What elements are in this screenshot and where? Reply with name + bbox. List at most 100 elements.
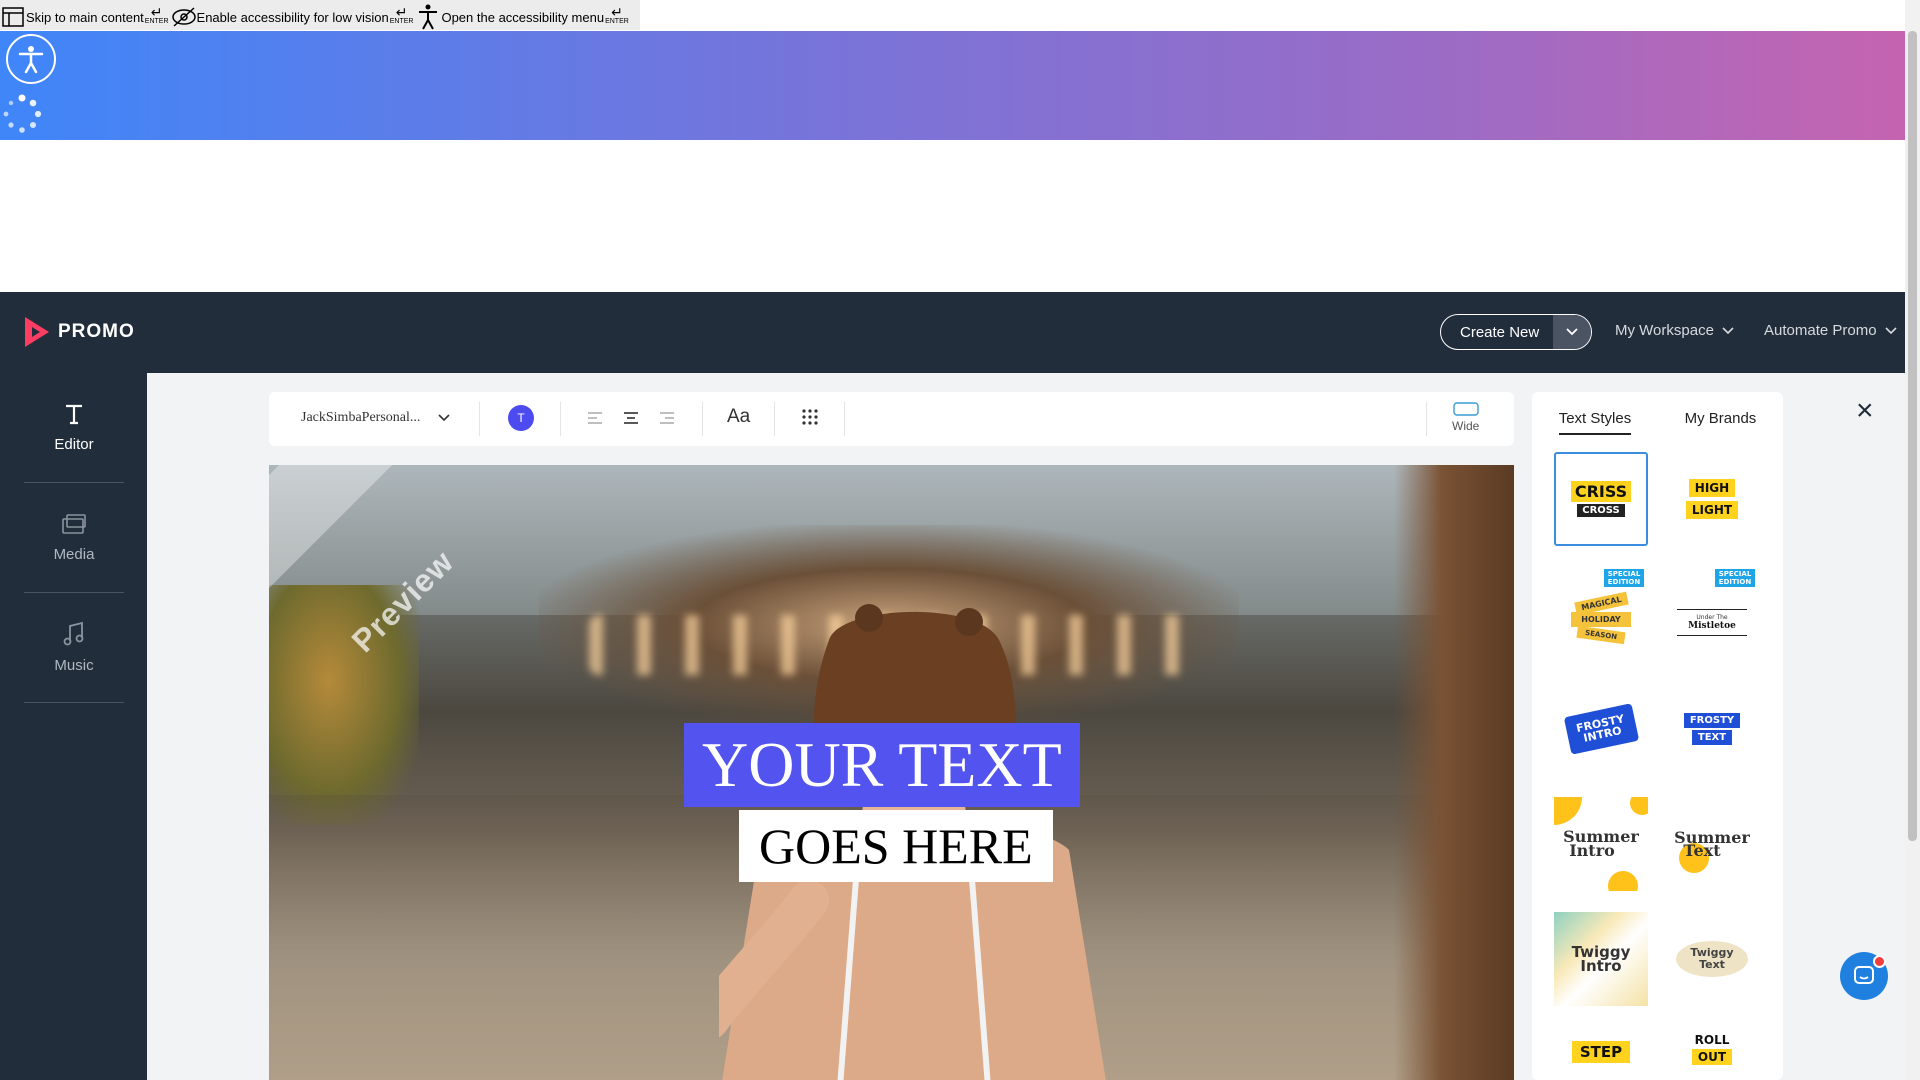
media-icon — [62, 514, 86, 534]
style-tile-twiggy-text[interactable]: Twiggy Text — [1665, 912, 1759, 1006]
enter-key-hint: ↵ ENTER — [605, 4, 629, 25]
style-tile-criss-cross[interactable]: CRISS CROSS — [1554, 452, 1648, 546]
wide-ratio-icon — [1452, 402, 1479, 416]
tile-text: ROLL — [1694, 1033, 1730, 1047]
toolbar-divider — [774, 402, 775, 436]
decor-shape — [1630, 797, 1648, 815]
tile-text: Text — [1699, 958, 1725, 971]
tile-text: HIGH — [1688, 479, 1736, 497]
music-icon — [63, 621, 84, 646]
scrollbar-thumb[interactable] — [1908, 31, 1917, 841]
aspect-ratio-label: Wide — [1452, 419, 1480, 433]
tile-text: CROSS — [1577, 504, 1625, 517]
toolbar-divider — [702, 402, 703, 436]
create-new-button[interactable]: Create New — [1440, 314, 1593, 350]
chevron-down-icon[interactable] — [1553, 315, 1592, 349]
text-color-button[interactable]: T — [508, 405, 534, 431]
notification-dot — [1873, 955, 1886, 968]
aspect-ratio-button[interactable]: Wide — [1452, 402, 1479, 433]
enter-key-hint: ↵ ENTER — [144, 4, 169, 25]
sidebar-item-editor[interactable]: Editor — [24, 373, 124, 483]
text-toolbar: JackSimbaPersonal... T Aa Wide — [269, 392, 1514, 446]
style-tile-mistletoe[interactable]: SPECIAL EDITION Under The Mistletoe — [1665, 567, 1759, 661]
align-center-icon[interactable] — [621, 408, 641, 428]
styles-tabs: Text Styles My Brands — [1532, 410, 1783, 435]
style-tile-frosty-intro[interactable]: FROSTY INTRO — [1554, 682, 1648, 776]
toolbar-divider — [844, 402, 845, 436]
promo-logo[interactable]: PROMO — [22, 315, 135, 349]
text-line-1[interactable]: YOUR TEXT — [684, 723, 1080, 807]
special-edition-badge: SPECIAL EDITION — [1604, 569, 1644, 587]
my-workspace-menu[interactable]: My Workspace — [1615, 322, 1734, 339]
align-left-icon[interactable] — [585, 408, 605, 428]
style-tile-roll-out[interactable]: ROLL OUT — [1665, 1027, 1759, 1080]
top-nav: PROMO Create New My Workspace Automate P… — [0, 292, 1905, 373]
tile-text: Text — [1683, 841, 1721, 860]
sidebar-item-media[interactable]: Media — [24, 483, 124, 593]
divider-line — [1677, 608, 1747, 610]
style-tile-high-light[interactable]: HIGH LIGHT — [1665, 452, 1759, 546]
skip-link-label: Open the accessibility menu — [441, 10, 605, 25]
sidebar-item-label: Music — [54, 657, 94, 674]
text-line-2[interactable]: GOES HERE — [739, 810, 1053, 882]
low-vision-link[interactable]: Enable accessibility for low vision ↵ ENT… — [171, 0, 416, 30]
tile-text: SEASON — [1576, 625, 1626, 645]
loading-banner — [0, 31, 1905, 140]
chevron-down-icon — [1884, 326, 1897, 334]
skip-link-label: Skip to main content — [26, 10, 144, 25]
chat-icon — [1854, 966, 1874, 984]
sidebar-item-music[interactable]: Music — [24, 593, 124, 703]
tab-text-styles[interactable]: Text Styles — [1558, 410, 1632, 435]
tile-text: Mistletoe — [1688, 620, 1736, 631]
promo-logo-icon — [25, 317, 49, 347]
tile-text: CRISS — [1570, 481, 1632, 502]
text-styles-panel: Text Styles My Brands CRISS CROSS HIGH L… — [1532, 392, 1783, 1080]
toolbar-divider — [1426, 402, 1427, 436]
style-tile-frosty-text[interactable]: FROSTY TEXT — [1665, 682, 1759, 776]
font-dropdown[interactable]: JackSimbaPersonal... — [301, 410, 450, 426]
create-new-label: Create New — [1460, 323, 1540, 341]
toolbar-divider — [560, 402, 561, 436]
decor-shape — [1554, 797, 1582, 825]
enter-key-hint: ↵ ENTER — [389, 4, 414, 25]
tab-my-brands[interactable]: My Brands — [1685, 410, 1757, 435]
decor-shape — [1608, 871, 1638, 891]
align-right-icon[interactable] — [657, 408, 677, 428]
style-tile-summer-text[interactable]: Summer Text — [1665, 797, 1759, 891]
loading-spinner-icon — [3, 94, 42, 133]
grid-icon[interactable] — [801, 408, 819, 431]
sidebar-item-label: Editor — [54, 436, 94, 453]
special-edition-badge: SPECIAL EDITION — [1715, 569, 1755, 587]
close-icon[interactable]: × — [1856, 396, 1874, 426]
automate-promo-menu[interactable]: Automate Promo — [1764, 322, 1897, 339]
accessibility-button[interactable] — [6, 34, 56, 84]
automate-promo-label: Automate Promo — [1764, 322, 1877, 339]
skip-to-main-link[interactable]: Skip to main content ↵ ENTER — [0, 0, 171, 30]
style-tile-twiggy-intro[interactable]: Twiggy Intro — [1554, 912, 1648, 1006]
chevron-down-icon — [1722, 326, 1734, 334]
tile-text: Under The — [1696, 613, 1728, 621]
text-icon — [66, 404, 82, 425]
accessibility-icon — [415, 4, 441, 30]
sidebar-item-label: Media — [53, 546, 95, 563]
video-preview-canvas[interactable]: Preview YOUR TEXT GOES HERE — [269, 465, 1514, 1080]
tile-text: FROSTY — [1683, 713, 1741, 728]
text-size-button[interactable]: Aa — [727, 406, 750, 428]
my-workspace-label: My Workspace — [1615, 322, 1714, 339]
accessibility-menu-link[interactable]: Open the accessibility menu ↵ ENTER — [415, 0, 630, 30]
toolbar-divider — [479, 402, 480, 436]
skip-link-label: Enable accessibility for low vision — [196, 10, 389, 25]
left-sidebar: Editor Media Music — [0, 373, 147, 1080]
chat-support-button[interactable] — [1840, 952, 1888, 1000]
tile-text: Intro — [1569, 841, 1615, 860]
style-tile-summer-intro[interactable]: Summer Intro — [1554, 797, 1648, 891]
style-tile-step[interactable]: STEP — [1554, 1027, 1648, 1080]
eye-off-icon — [171, 4, 197, 30]
layout-icon — [0, 4, 26, 30]
background-photo — [1394, 465, 1514, 1080]
tile-text: OUT — [1691, 1049, 1733, 1065]
style-tile-magical-holiday[interactable]: SPECIAL EDITION MAGICAL HOLIDAY SEASON — [1554, 567, 1648, 661]
chevron-down-icon — [438, 414, 450, 422]
page-scrollbar[interactable] — [1905, 0, 1920, 1080]
accessibility-skip-bar: Skip to main content ↵ ENTER Enable acces… — [0, 0, 640, 30]
